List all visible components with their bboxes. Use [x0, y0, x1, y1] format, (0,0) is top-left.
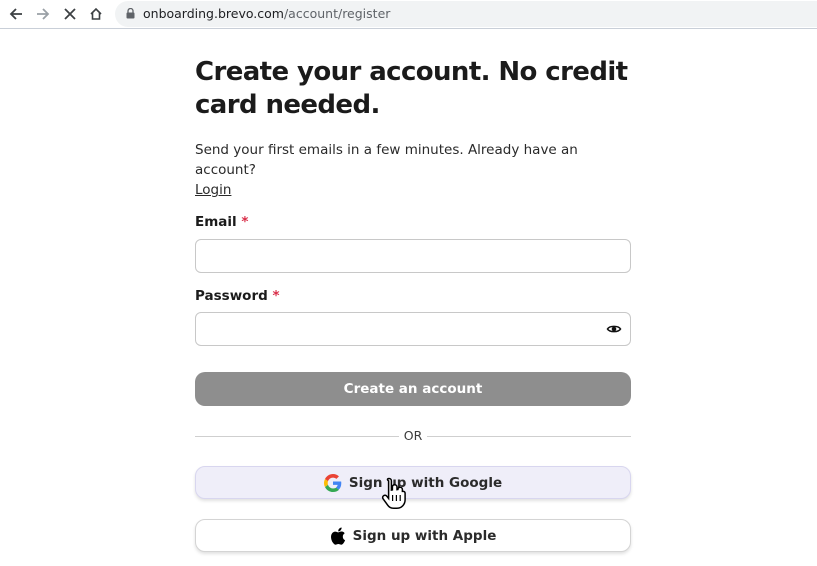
home-button[interactable] — [86, 4, 106, 24]
home-icon — [90, 7, 102, 20]
url-host: onboarding.brevo.com — [143, 6, 284, 21]
email-label-text: Email — [195, 214, 237, 230]
email-field[interactable] — [196, 240, 630, 272]
close-icon — [64, 8, 76, 20]
page-title: Create your account. No credit card need… — [195, 57, 628, 120]
google-signup-button[interactable]: Sign up with Google — [195, 466, 631, 499]
login-link[interactable]: Login — [195, 182, 231, 198]
password-field-wrapper — [195, 312, 631, 346]
back-button[interactable] — [6, 4, 26, 24]
apple-signup-button[interactable]: Sign up with Apple — [195, 519, 631, 552]
password-label-text: Password — [195, 288, 268, 304]
google-signup-label: Sign up with Google — [348, 474, 503, 491]
divider-line-right — [427, 436, 631, 437]
apple-icon — [330, 526, 346, 545]
required-marker: * — [272, 288, 280, 304]
subtitle-text: Send your first emails in a few minutes.… — [195, 142, 578, 178]
address-bar[interactable]: onboarding.brevo.com/account/register — [115, 1, 817, 27]
password-label: Password * — [195, 288, 280, 304]
email-field-wrapper — [195, 239, 631, 273]
google-icon — [323, 473, 342, 492]
eye-icon[interactable] — [606, 321, 622, 337]
back-arrow-icon — [9, 8, 22, 20]
password-field[interactable] — [196, 313, 630, 345]
forward-arrow-icon — [37, 8, 50, 20]
or-divider: OR — [195, 428, 631, 444]
page-subtitle: Send your first emails in a few minutes.… — [195, 140, 631, 200]
url-text: onboarding.brevo.com/account/register — [143, 6, 390, 21]
stop-button[interactable] — [60, 4, 80, 24]
browser-toolbar: onboarding.brevo.com/account/register — [0, 0, 817, 29]
create-account-button[interactable]: Create an account — [195, 372, 631, 406]
lock-icon — [126, 8, 135, 19]
apple-signup-label: Sign up with Apple — [352, 527, 497, 544]
required-marker: * — [241, 214, 249, 230]
url-path: /account/register — [283, 6, 391, 21]
email-label: Email * — [195, 214, 248, 230]
forward-button[interactable] — [33, 4, 53, 24]
